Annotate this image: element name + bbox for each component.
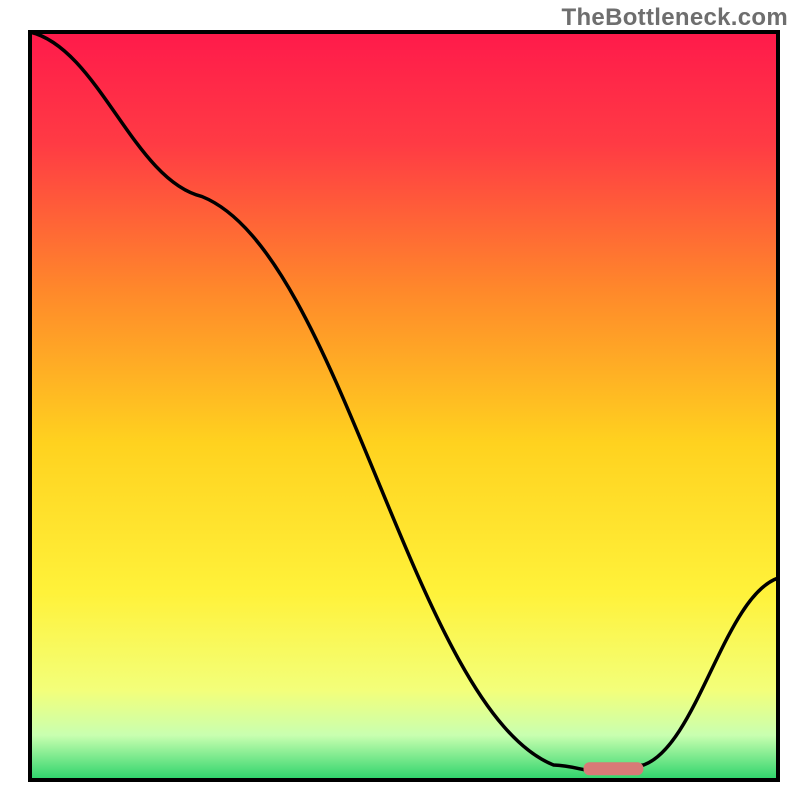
chart-svg	[0, 0, 800, 800]
bottleneck-chart: TheBottleneck.com	[0, 0, 800, 800]
watermark-text: TheBottleneck.com	[562, 4, 788, 32]
plot-background	[30, 32, 778, 780]
optimal-range-marker	[584, 762, 644, 775]
